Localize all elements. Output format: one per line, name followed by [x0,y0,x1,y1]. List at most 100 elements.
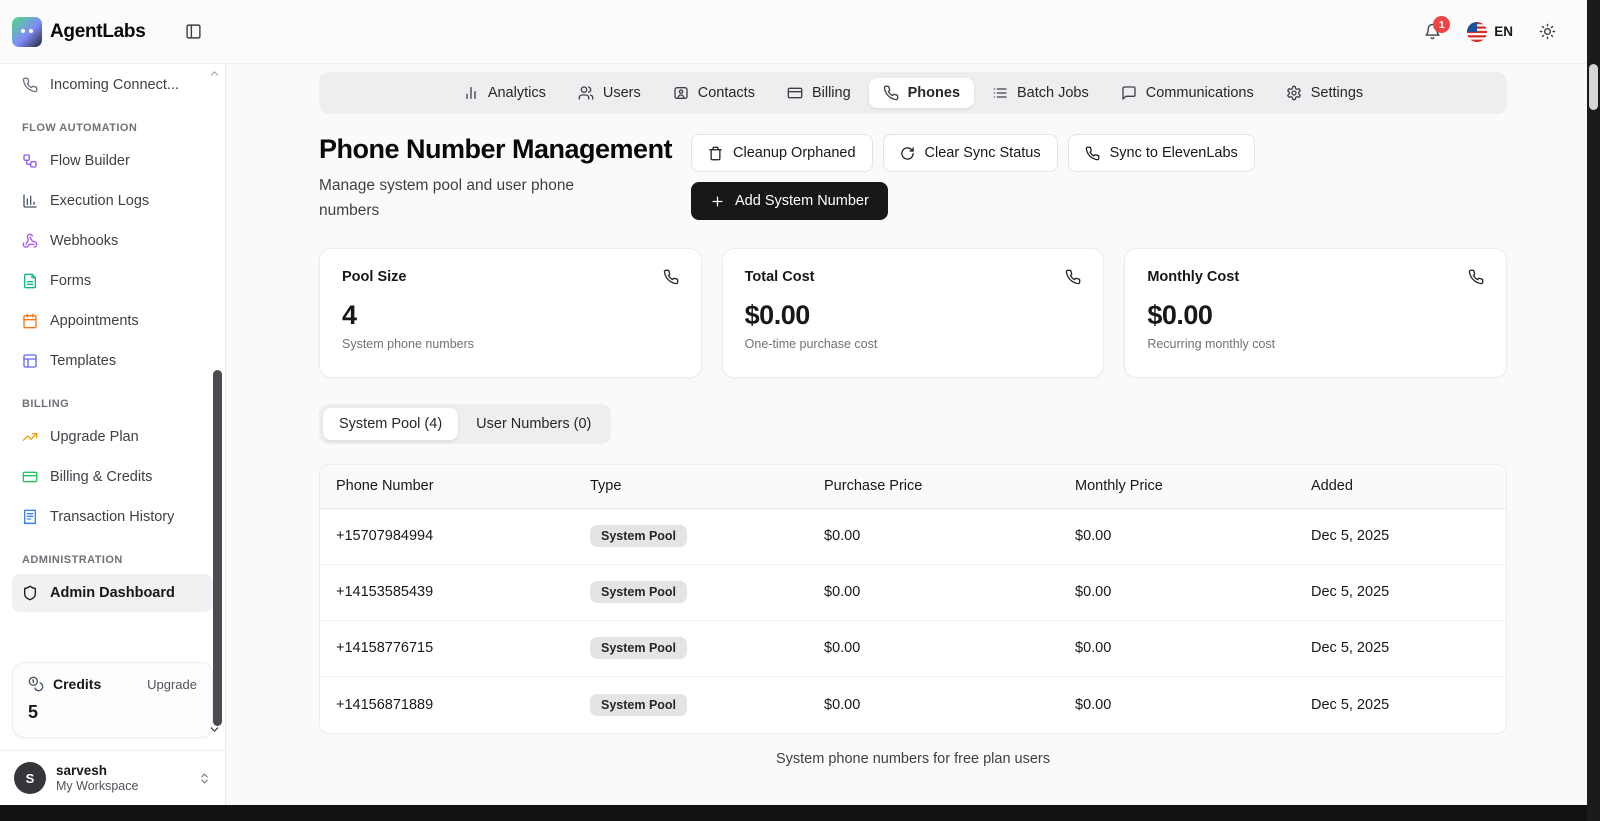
theme-toggle-button[interactable] [1539,23,1556,40]
stat-card-pool-size: Pool Size 4 System phone numbers [319,247,702,378]
column-header-added: Added [1311,478,1353,495]
sidebar-item-upgrade-plan[interactable]: Upgrade Plan [12,418,213,456]
tab-billing[interactable]: Billing [773,78,865,108]
page-scrollbar[interactable] [1587,0,1600,821]
sync-to-elevenlabs-button[interactable]: Sync to ElevenLabs [1067,134,1255,172]
sidebar-item-appointments[interactable]: Appointments [12,302,213,340]
sidebar-toggle-button[interactable] [185,23,202,40]
type-badge: System Pool [590,581,688,604]
sidebar-item-forms[interactable]: Forms [12,262,213,300]
sun-icon [1539,23,1556,40]
sidebar-section-flow-automation: FLOW AUTOMATION [22,122,138,134]
credit-card-icon [787,85,803,101]
bar-chart-icon [463,85,479,101]
sidebar-scroll-area: Incoming Connect... FLOW AUTOMATION Flow… [0,64,225,652]
sidebar-item-incoming-connections[interactable]: Incoming Connect... [12,66,213,104]
notifications-button[interactable]: 1 [1424,16,1451,40]
flow-builder-icon [22,153,38,169]
phone-number-cell: +14158776715 [336,640,434,657]
monthly-price-cell: $0.00 [1075,584,1112,601]
tab-user-numbers[interactable]: User Numbers (0) [460,408,607,440]
tab-phones[interactable]: Phones [868,78,975,108]
added-cell: Dec 5, 2025 [1311,696,1390,713]
sidebar-item-transaction-history[interactable]: Transaction History [12,498,213,536]
language-selector[interactable]: EN [1467,21,1513,42]
incoming-phone-icon [22,77,38,93]
workspace-name: My Workspace [56,779,139,794]
column-header-monthly-price: Monthly Price [1075,478,1163,495]
clear-sync-status-button[interactable]: Clear Sync Status [882,134,1058,172]
stat-value: $0.00 [744,299,811,330]
sidebar-scrollbar-thumb[interactable] [213,370,222,726]
sidebar-item-admin-dashboard[interactable]: Admin Dashboard [12,574,213,612]
tab-settings[interactable]: Settings [1272,78,1377,108]
webhooks-icon [22,233,38,249]
user-name: sarvesh [56,762,108,778]
sidebar-item-execution-logs[interactable]: Execution Logs [12,182,213,220]
refresh-icon [900,146,915,161]
cleanup-orphaned-button[interactable]: Cleanup Orphaned [691,134,873,172]
upgrade-link[interactable]: Upgrade [147,677,197,692]
monthly-price-cell: $0.00 [1075,640,1112,657]
billing-credits-icon [22,469,38,485]
tab-communications[interactable]: Communications [1107,78,1268,108]
table-row: +14153585439 System Pool $0.00 $0.00 Dec… [320,565,1506,621]
stat-title: Pool Size [342,268,407,285]
credits-card: Credits Upgrade 5 [12,662,213,738]
forms-icon [22,273,38,289]
tab-analytics[interactable]: Analytics [449,78,560,108]
phone-icon [883,85,899,101]
app-root: AgentLabs 1 EN Incoming Connect... FLOW … [0,0,1600,821]
shield-icon [22,585,38,601]
purchase-price-cell: $0.00 [824,696,861,713]
us-flag-icon [1467,21,1488,42]
sidebar-item-templates[interactable]: Templates [12,342,213,380]
sidebar-item-billing-credits[interactable]: Billing & Credits [12,458,213,496]
notification-badge: 1 [1433,16,1451,33]
column-header-phone-number: Phone Number [336,478,434,495]
phone-numbers-table: Phone Number Type Purchase Price Monthly… [319,463,1507,734]
added-cell: Dec 5, 2025 [1311,584,1390,601]
add-system-number-button[interactable]: Add System Number [691,182,888,220]
sidebar-scroll-down-icon[interactable] [208,723,221,741]
bottom-edge [0,805,1600,821]
column-header-purchase-price: Purchase Price [824,478,923,495]
tab-users[interactable]: Users [564,78,655,108]
tab-contacts[interactable]: Contacts [659,78,769,108]
stat-value: $0.00 [1147,299,1213,330]
phone-number-cell: +15707984994 [336,528,434,545]
gear-icon [1286,85,1302,101]
phone-number-cell: +14156871889 [336,696,434,713]
phone-number-cell: +14153585439 [336,584,434,601]
sidebar-item-flow-builder[interactable]: Flow Builder [12,142,213,180]
tab-batch-jobs[interactable]: Batch Jobs [978,78,1103,108]
stat-value: 4 [342,299,357,330]
list-icon [992,85,1008,101]
sidebar: Incoming Connect... FLOW AUTOMATION Flow… [0,64,226,821]
plus-icon [710,194,725,209]
users-icon [578,85,594,101]
stat-card-monthly-cost: Monthly Cost $0.00 Recurring monthly cos… [1124,247,1507,378]
workspace-switcher[interactable]: S sarvesh My Workspace [0,750,225,805]
stat-title: Total Cost [744,268,815,285]
purchase-price-cell: $0.00 [824,584,861,601]
sidebar-item-webhooks[interactable]: Webhooks [12,222,213,260]
stat-card-total-cost: Total Cost $0.00 One-time purchase cost [721,247,1105,378]
chevrons-up-down-icon [198,772,211,785]
stat-cards: Pool Size 4 System phone numbers Total C… [319,247,1507,378]
sidebar-scroll-up-icon[interactable] [208,67,221,85]
table-header-row: Phone Number Type Purchase Price Monthly… [320,464,1506,509]
tab-system-pool[interactable]: System Pool (4) [323,407,459,440]
page-header: Phone Number Management Manage system po… [319,134,1507,224]
stat-title: Monthly Cost [1147,268,1240,285]
coins-icon [28,676,44,692]
page-scrollbar-thumb[interactable] [1589,64,1598,110]
app-logo-icon [12,16,42,47]
main-content: Analytics Users Contacts Billing Phones … [226,64,1600,821]
panel-left-icon [185,23,202,40]
monthly-price-cell: $0.00 [1075,528,1112,545]
purchase-price-cell: $0.00 [824,528,861,545]
top-bar: AgentLabs 1 EN [0,0,1600,64]
credits-value: 5 [28,702,39,722]
monthly-price-cell: $0.00 [1075,696,1112,713]
